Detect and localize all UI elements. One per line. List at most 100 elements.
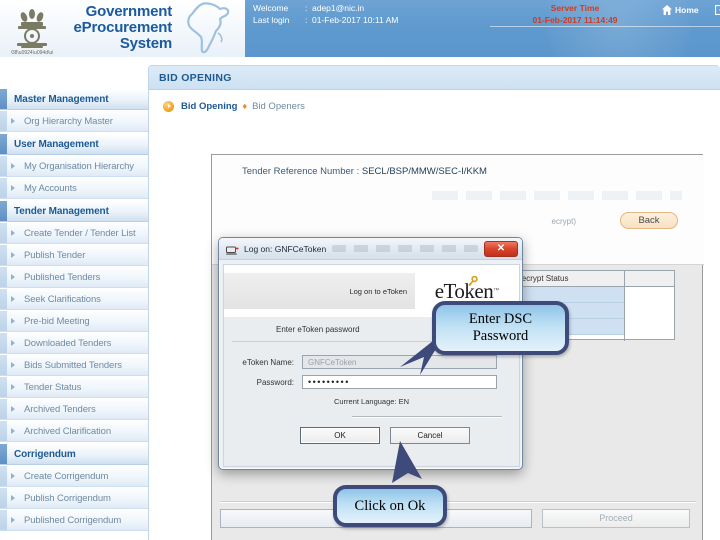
page-body: Master Management Org Hierarchy Master Use… xyxy=(0,57,720,540)
sidebar-item-publish-tender[interactable]: Publish Tender xyxy=(0,245,170,266)
site-title: Government eProcurement System xyxy=(57,3,173,52)
sidebar-section-user-management: User Management xyxy=(0,133,170,155)
sidebar-item-label: My Accounts xyxy=(24,182,77,194)
sidebar-item-label: Publish Tender xyxy=(24,249,86,261)
sidebar-section-label: User Management xyxy=(14,138,99,150)
token-name-value: GNFCeToken xyxy=(308,357,357,367)
sidebar-section-label: Corrigendum xyxy=(14,448,76,460)
breadcrumb-separator-icon: ♦ xyxy=(242,101,248,111)
last-login-value: 01-Feb-2017 10:11 AM xyxy=(312,15,399,25)
home-link[interactable]: Home xyxy=(662,5,699,15)
sidebar-item-label: Published Tenders xyxy=(24,271,101,283)
site-title-line1: Government xyxy=(85,3,173,20)
sidebar-item-label: My Organisation Hierarchy xyxy=(24,160,134,172)
current-language: Current Language: EN xyxy=(333,397,410,406)
sidebar-section-label: Tender Management xyxy=(14,205,109,217)
chevron-right-icon xyxy=(11,274,15,280)
sidebar-item-my-organisation-hierarchy[interactable]: My Organisation Hierarchy xyxy=(0,156,170,177)
sidebar-item-bids-submitted-tenders[interactable]: Bids Submitted Tenders xyxy=(0,355,170,376)
dialog-title-obscured xyxy=(332,245,478,252)
callout-enter-dsc-password-text: Enter DSC Password xyxy=(469,311,532,345)
tender-reference-label: Tender Reference Number xyxy=(242,166,354,177)
decrypt-note: ecrypt) xyxy=(551,217,576,226)
callout-dsc-line2: Password xyxy=(472,328,529,344)
screenshot-root: \u0938\u0924\u094d\u092f Government ePro… xyxy=(0,0,720,540)
ok-button[interactable]: OK xyxy=(300,427,380,444)
password-label: Password: xyxy=(256,377,294,387)
dialog-title: Log on: GNFCeToken xyxy=(244,243,327,254)
chevron-right-icon xyxy=(11,495,15,501)
back-button-label: Back xyxy=(638,215,660,226)
sidebar-item-label: Bids Submitted Tenders xyxy=(24,359,122,371)
page-title: BID OPENING xyxy=(149,66,720,90)
ok-button-label: OK xyxy=(334,431,346,440)
etoken-brand-text: eToken xyxy=(434,278,494,303)
password-value: ••••••••• xyxy=(308,377,350,387)
table-column-divider xyxy=(624,271,625,341)
sidebar-item-pre-bid-meeting[interactable]: Pre-bid Meeting xyxy=(0,311,170,332)
tender-reference-value: SECL/BSP/MMW/SEC-I/KKM xyxy=(361,166,487,177)
token-icon xyxy=(226,243,239,255)
logout-link[interactable]: Logout xyxy=(715,5,720,15)
sidebar-section-corrigendum: Corrigendum xyxy=(0,443,170,465)
india-map-icon xyxy=(172,0,244,57)
sidebar-item-downloaded-tenders[interactable]: Downloaded Tenders xyxy=(0,333,170,354)
token-name-label: eToken Name: xyxy=(242,357,294,367)
logout-icon xyxy=(715,5,720,15)
header-brand-area: \u0938\u0924\u094d\u092f Government ePro… xyxy=(0,0,245,57)
chevron-right-icon xyxy=(11,340,15,346)
bottom-separator xyxy=(220,501,696,503)
chevron-right-icon xyxy=(11,406,15,412)
sidebar-section-label: Master Management xyxy=(14,93,109,105)
decrypt-status-header: Decrypt Status xyxy=(506,271,674,287)
last-login-label: Last login xyxy=(253,15,290,25)
chevron-right-icon xyxy=(11,163,15,169)
sidebar-item-label: Downloaded Tenders xyxy=(24,337,112,349)
token-name-row: eToken Name: GNFCeToken xyxy=(224,355,497,369)
back-button[interactable]: Back xyxy=(620,212,678,229)
home-icon xyxy=(662,5,672,15)
key-icon xyxy=(467,275,478,290)
chevron-right-icon xyxy=(11,428,15,434)
sidebar-item-label: Publish Corrigendum xyxy=(24,492,111,504)
proceed-button-label: Proceed xyxy=(599,513,633,523)
sidebar-item-create-tender-tender-list[interactable]: Create Tender / Tender List xyxy=(0,223,170,244)
sidebar-item-archived-tenders[interactable]: Archived Tenders xyxy=(0,399,170,420)
sidebar-item-published-tenders[interactable]: Published Tenders xyxy=(0,267,170,288)
sidebar-section-master-management: Master Management xyxy=(0,88,170,110)
chevron-right-icon xyxy=(11,185,15,191)
sidebar-item-my-accounts[interactable]: My Accounts xyxy=(0,178,170,199)
proceed-button[interactable]: Proceed xyxy=(542,508,690,528)
sidebar-item-tender-status[interactable]: Tender Status xyxy=(0,377,170,398)
dialog-titlebar[interactable]: Log on: GNFCeToken ✕ xyxy=(219,238,522,260)
callout-click-on-ok-text: Click on Ok xyxy=(354,497,426,514)
server-time-label: Server Time xyxy=(550,3,600,13)
sidebar-item-archived-clarification[interactable]: Archived Clarification xyxy=(0,421,170,442)
welcome-label: Welcome xyxy=(253,3,289,13)
applet-bottom-bar: 0% Proceed xyxy=(220,507,696,529)
sidebar-section-tender-management: Tender Management xyxy=(0,200,170,222)
chevron-right-icon xyxy=(11,517,15,523)
chevron-right-icon xyxy=(11,118,15,124)
dialog-body: Log on to eToken eToken ™ Enter eToken pa… xyxy=(223,264,520,467)
chevron-right-icon xyxy=(11,252,15,258)
sidebar-item-label: Pre-bid Meeting xyxy=(24,315,90,327)
sidebar-item-seek-clarifications[interactable]: Seek Clarifications xyxy=(0,289,170,310)
close-icon[interactable]: ✕ xyxy=(484,240,518,257)
sidebar-item-published-corrigendum[interactable]: Published Corrigendum xyxy=(0,510,170,531)
server-time-value: 01-Feb-2017 11:14:49 xyxy=(532,15,618,25)
close-icon-glyph: ✕ xyxy=(496,242,506,254)
tender-reference: Tender Reference Number : SECL/BSP/MMW/S… xyxy=(242,166,487,177)
chevron-right-icon xyxy=(11,473,15,479)
sidebar-item-label: Archived Clarification xyxy=(24,425,112,437)
sidebar-item-label: Tender Status xyxy=(24,381,82,393)
breadcrumb-parent[interactable]: Bid Opening xyxy=(181,101,237,112)
breadcrumb-bullet-icon xyxy=(163,100,174,112)
sidebar-item-org-hierarchy-master[interactable]: Org Hierarchy Master xyxy=(0,111,170,132)
sidebar-item-label: Org Hierarchy Master xyxy=(24,115,113,127)
logon-instruction: Log on to eToken xyxy=(349,286,407,296)
sidebar-item-create-corrigendum[interactable]: Create Corrigendum xyxy=(0,466,170,487)
enter-password-instruction: Enter eToken password xyxy=(276,325,360,334)
callout-enter-dsc-password: Enter DSC Password xyxy=(432,301,569,355)
sidebar-item-publish-corrigendum[interactable]: Publish Corrigendum xyxy=(0,488,170,509)
